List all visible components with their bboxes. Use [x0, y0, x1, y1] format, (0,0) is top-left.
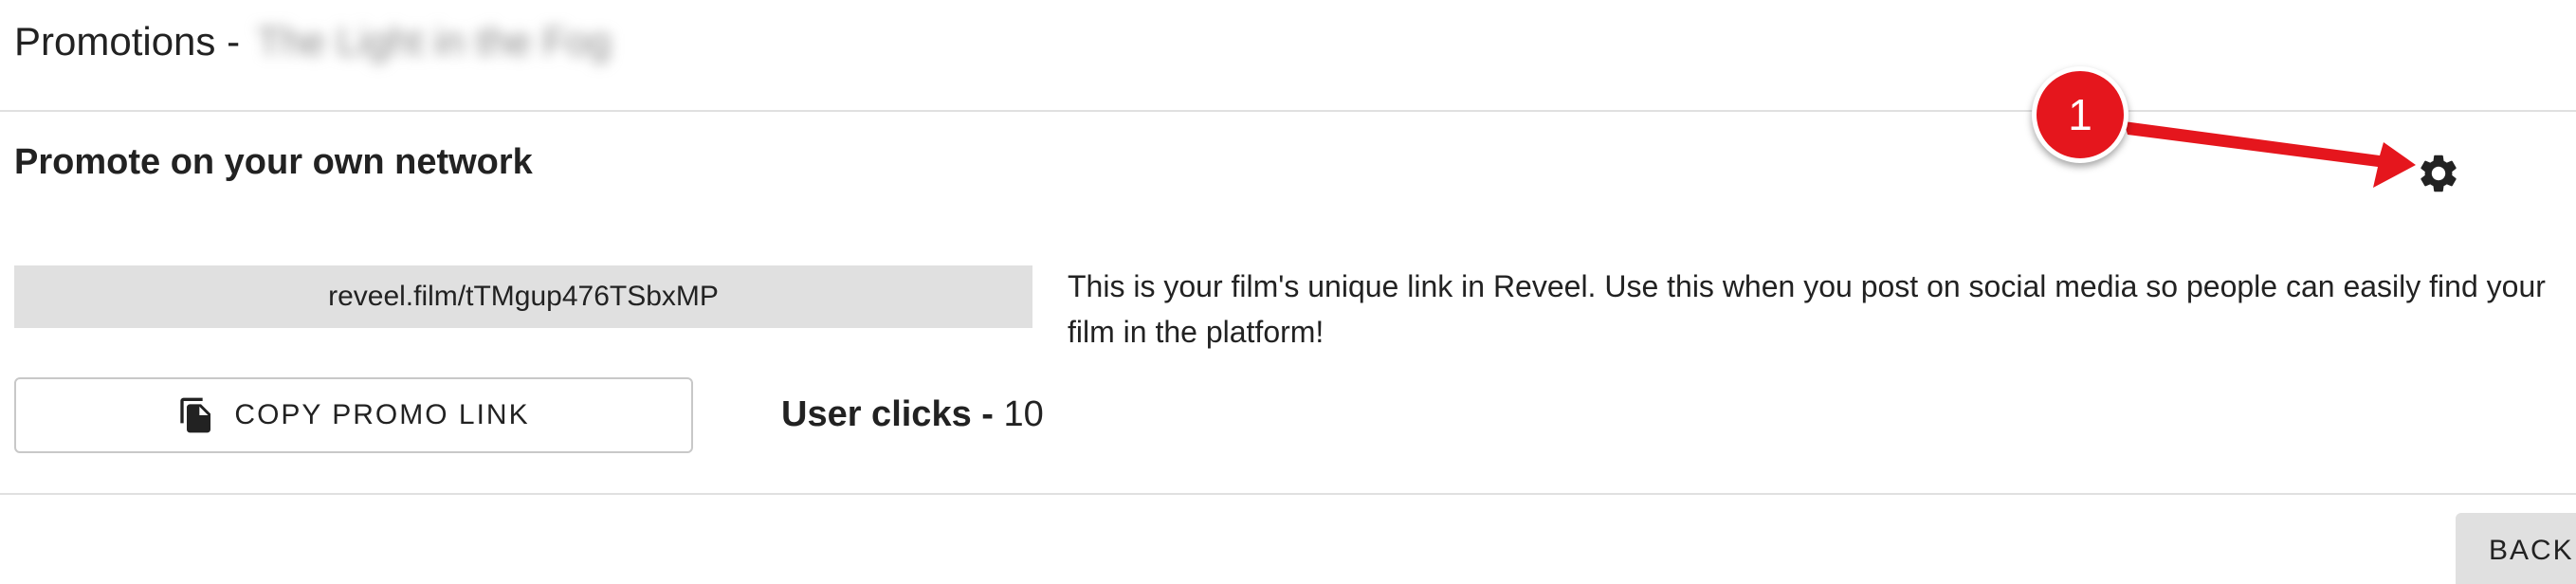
page-title: Promotions - The Light in the Fog: [14, 15, 611, 68]
user-clicks: User clicks - 10: [781, 391, 1044, 438]
section-title: Promote on your own network: [14, 142, 533, 182]
film-name-blurred: The Light in the Fog: [256, 19, 612, 64]
copy-promo-link-label: COPY PROMO LINK: [234, 399, 530, 430]
promo-link-description: This is your film's unique link in Revee…: [1068, 269, 2546, 349]
footer-divider: [0, 493, 2576, 495]
copy-promo-link-button[interactable]: COPY PROMO LINK: [14, 377, 693, 453]
copy-icon: [180, 397, 211, 433]
promo-link-field[interactable]: reveel.film/tTMgup476TSbxMP: [14, 265, 1032, 328]
promotions-page: Promotions - The Light in the Fog Promot…: [0, 0, 2576, 584]
gear-icon[interactable]: [2416, 151, 2461, 196]
user-clicks-label: User clicks -: [781, 394, 994, 434]
user-clicks-value: 10: [1003, 394, 1044, 434]
annotation-badge: 1: [2032, 66, 2128, 163]
back-button[interactable]: BACK: [2456, 513, 2576, 584]
page-title-prefix: Promotions -: [14, 19, 241, 64]
page-header: Promotions - The Light in the Fog: [0, 0, 2576, 112]
